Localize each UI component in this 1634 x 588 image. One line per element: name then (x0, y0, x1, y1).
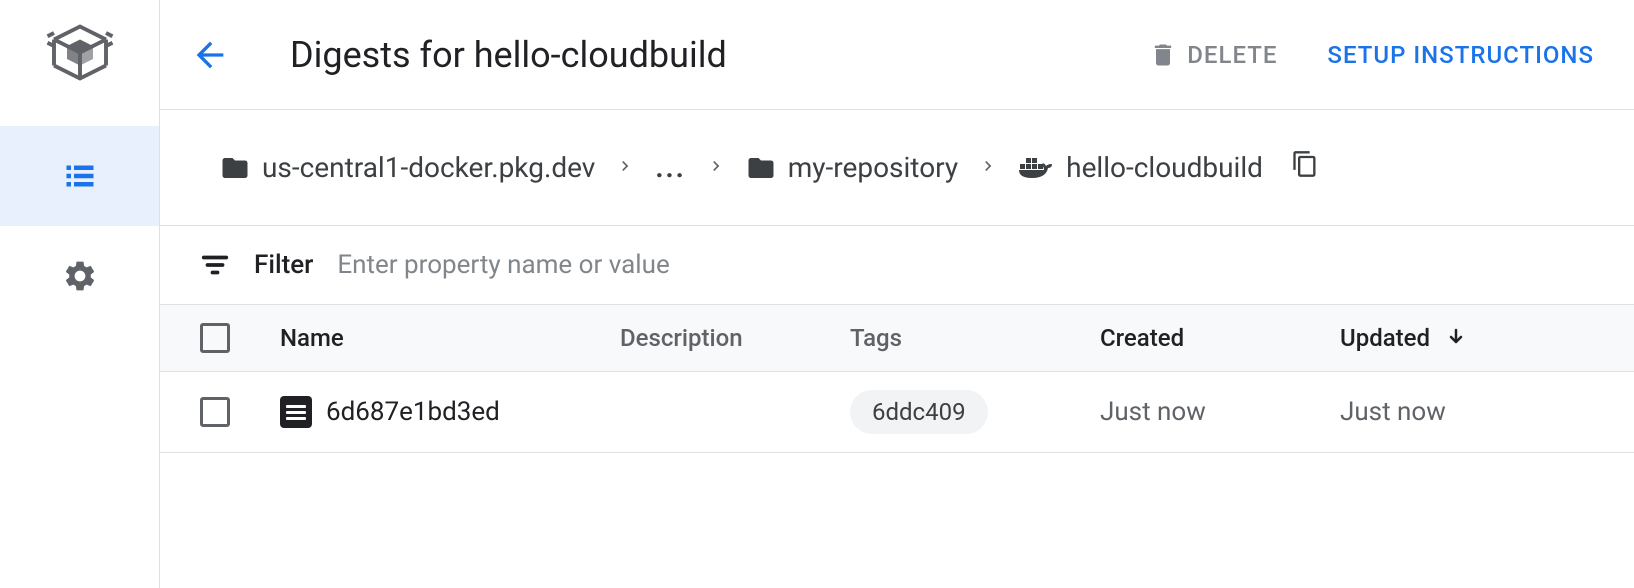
copy-button[interactable] (1291, 150, 1319, 185)
page-title: Digests for hello-cloudbuild (290, 34, 1149, 76)
chevron-right-icon (978, 154, 998, 182)
column-description[interactable]: Description (620, 324, 850, 352)
delete-button[interactable]: DELETE (1149, 41, 1277, 69)
main-content: Digests for hello-cloudbuild DELETE SETU… (160, 0, 1634, 588)
column-updated[interactable]: Updated (1340, 324, 1594, 352)
row-created: Just now (1100, 397, 1340, 427)
digest-name[interactable]: 6d687e1bd3ed (326, 397, 500, 427)
sidebar (0, 0, 160, 588)
docker-icon (1018, 154, 1054, 182)
table-header: Name Description Tags Created Updated (160, 305, 1634, 372)
trash-icon (1149, 41, 1177, 69)
row-checkbox[interactable] (200, 397, 230, 427)
folder-icon (220, 153, 250, 183)
delete-label: DELETE (1187, 41, 1277, 69)
filter-bar: Filter (160, 226, 1634, 305)
table-row[interactable]: 6d687e1bd3ed 6ddc409 Just now Just now (160, 372, 1634, 453)
digest-icon (280, 396, 312, 428)
breadcrumb-repository[interactable]: my-repository (746, 151, 958, 184)
breadcrumb: us-central1-docker.pkg.dev ... my-reposi… (160, 110, 1634, 226)
breadcrumb-collapsed[interactable]: ... (655, 151, 685, 184)
arrow-left-icon (190, 35, 230, 75)
back-button[interactable] (190, 35, 230, 75)
column-created[interactable]: Created (1100, 324, 1340, 352)
breadcrumb-registry[interactable]: us-central1-docker.pkg.dev (220, 151, 595, 184)
filter-input[interactable] (337, 250, 1594, 280)
tag-chip[interactable]: 6ddc409 (850, 390, 988, 434)
list-icon (62, 158, 98, 194)
column-tags[interactable]: Tags (850, 324, 1100, 352)
column-name[interactable]: Name (280, 324, 620, 352)
header: Digests for hello-cloudbuild DELETE SETU… (160, 0, 1634, 110)
row-updated: Just now (1340, 397, 1594, 427)
filter-icon[interactable] (200, 250, 230, 280)
artifact-registry-logo[interactable] (41, 20, 119, 98)
filter-label: Filter (254, 250, 313, 280)
breadcrumb-label: us-central1-docker.pkg.dev (262, 151, 595, 184)
select-all-checkbox[interactable] (200, 323, 230, 353)
gear-icon (62, 258, 98, 294)
chevron-right-icon (615, 154, 635, 182)
folder-icon (746, 153, 776, 183)
breadcrumb-label: hello-cloudbuild (1066, 151, 1263, 184)
breadcrumb-label: my-repository (788, 151, 958, 184)
sidebar-item-settings[interactable] (0, 226, 159, 326)
chevron-right-icon (706, 154, 726, 182)
setup-instructions-button[interactable]: SETUP INSTRUCTIONS (1327, 41, 1594, 69)
copy-icon (1291, 150, 1319, 178)
breadcrumb-image[interactable]: hello-cloudbuild (1018, 151, 1263, 184)
arrow-down-icon (1444, 326, 1468, 350)
sidebar-item-repositories[interactable] (0, 126, 159, 226)
